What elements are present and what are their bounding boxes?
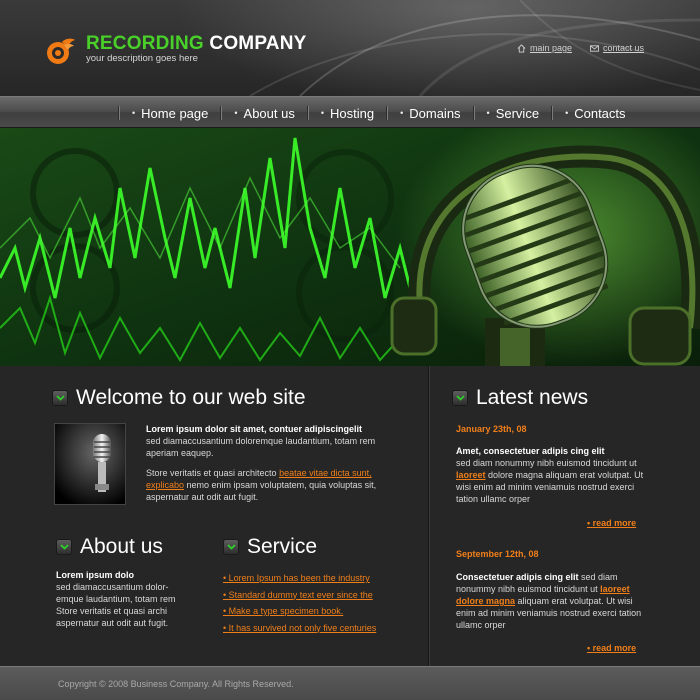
welcome-lead: Lorem ipsum dolor sit amet, contuer adip…	[146, 424, 363, 434]
nav-item-hosting[interactable]: • Hosting	[306, 97, 386, 129]
nav-bullet-icon: •	[400, 108, 404, 118]
news-lead-2: Consectetuer adipis cing elit	[456, 572, 579, 582]
news-item-2: Consectetuer adipis cing elit sed diam n…	[456, 572, 642, 630]
news-date-1: January 23th, 08	[456, 424, 527, 434]
welcome-body-2-pre: Store veritatis et quasi architecto	[146, 468, 280, 478]
chevron-down-icon	[52, 390, 68, 406]
hero-image-microphone	[0, 128, 700, 366]
about-heading: About us	[56, 535, 163, 559]
main-page-link[interactable]: main page	[517, 43, 572, 53]
nav-items: • Home page • About us • Hosting • Domains •…	[118, 97, 638, 129]
nav-bullet-icon: •	[132, 108, 136, 118]
logo-text[interactable]: RECORDING COMPANY	[86, 33, 307, 55]
news-item-1: Amet, consectetuer adipis cing elit sed …	[456, 446, 644, 504]
news-date-2: September 12th, 08	[456, 549, 539, 559]
contact-us-label: contact us	[602, 43, 644, 53]
service-link-1[interactable]: Lorem Ipsum has been the industry	[223, 570, 376, 587]
footer: Copyright © 2008 Business Company. All R…	[0, 666, 700, 700]
nav-item-home[interactable]: • Home page	[118, 97, 220, 129]
about-title: About us	[80, 535, 163, 558]
chevron-down-icon	[452, 390, 468, 406]
news-link-1[interactable]: laoreet	[456, 470, 486, 480]
header: RECORDING COMPANY your description goes …	[0, 0, 700, 96]
about-text: Lorem ipsum dolo sed diamaccusantium dol…	[56, 569, 192, 629]
hero-banner	[0, 128, 700, 366]
service-title: Service	[247, 535, 318, 558]
copyright-text: Copyright © 2008 Business Company. All R…	[58, 679, 294, 689]
welcome-heading: Welcome to our web site	[52, 386, 306, 410]
news-lead-1: Amet, consectetuer adipis cing elit	[456, 446, 605, 456]
read-more-link-2[interactable]: • read more	[587, 643, 636, 653]
tagline: your description goes here	[86, 53, 198, 64]
service-heading: Service	[223, 535, 317, 559]
nav-item-about[interactable]: • About us	[220, 97, 306, 129]
contact-us-link[interactable]: contact us	[589, 43, 644, 53]
nav-item-domains[interactable]: • Domains	[386, 97, 472, 129]
about-lead: Lorem ipsum dolo	[56, 570, 135, 580]
chevron-down-icon	[56, 539, 72, 555]
logo-word-company: COMPANY	[209, 33, 307, 54]
nav-bullet-icon: •	[565, 108, 569, 118]
service-list: Lorem Ipsum has been the industry Standa…	[223, 570, 377, 637]
envelope-icon	[589, 44, 599, 52]
about-body: sed diamaccusantium dolor-emque laudanti…	[56, 582, 176, 628]
news-title: Latest news	[476, 386, 589, 409]
service-link-4[interactable]: It has survived not only five centuries	[223, 620, 377, 637]
welcome-title: Welcome to our web site	[76, 386, 306, 409]
home-icon	[517, 43, 526, 53]
news-heading: Latest news	[452, 386, 588, 410]
nav-bullet-icon: •	[234, 108, 238, 118]
welcome-text: Lorem ipsum dolor sit amet, contuer adip…	[146, 423, 408, 503]
main-page-label: main page	[529, 43, 572, 53]
nav-bullet-icon: •	[320, 108, 325, 118]
logo-flame-icon	[47, 38, 75, 64]
nav-item-contacts[interactable]: • Contacts	[551, 97, 637, 129]
welcome-body-1: sed diamaccusantium doloremque laudantiu…	[146, 436, 376, 458]
read-more-link-1[interactable]: • read more	[587, 518, 636, 528]
logo-word-recording: RECORDING	[86, 33, 204, 54]
microphone-thumbnail	[54, 423, 126, 505]
service-link-2[interactable]: Standard dummy text ever since the	[223, 587, 376, 604]
service-link-3[interactable]: Make a type specimen book.	[223, 603, 376, 620]
top-links: main page contact us	[517, 43, 644, 53]
chevron-down-icon	[223, 539, 239, 555]
main-nav: • Home page • About us • Hosting • Domains •…	[0, 96, 700, 128]
nav-item-service[interactable]: • Service	[472, 97, 552, 129]
column-divider	[428, 366, 429, 666]
nav-bullet-icon: •	[486, 108, 490, 118]
